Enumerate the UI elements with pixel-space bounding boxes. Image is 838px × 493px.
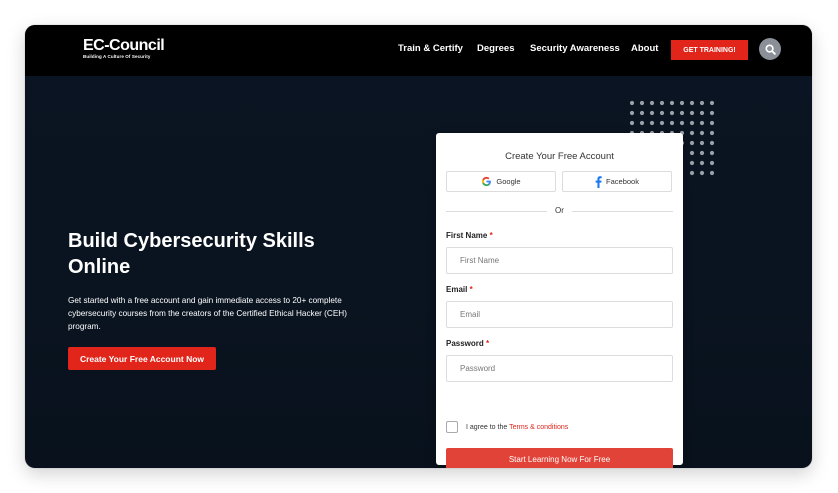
password-input[interactable] (446, 355, 673, 382)
decoration-dot (629, 100, 635, 106)
email-input[interactable] (446, 301, 673, 328)
google-label: Google (496, 177, 521, 186)
facebook-signup-button[interactable]: Facebook (562, 171, 672, 192)
logo-tagline: Building A Culture Of Security (83, 54, 151, 59)
decoration-dot (659, 110, 665, 116)
decoration-dot (649, 110, 655, 116)
decoration-dot (679, 110, 685, 116)
decoration-dot (629, 120, 635, 126)
decoration-dot (709, 130, 715, 136)
decoration-dot (709, 160, 715, 166)
signup-form-title: Create Your Free Account (505, 151, 614, 162)
decoration-dot (699, 160, 705, 166)
decoration-dot (689, 100, 695, 106)
decoration-dot (689, 150, 695, 156)
agree-prefix: I agree to the (466, 424, 508, 431)
decoration-dot (699, 140, 705, 146)
search-button[interactable] (759, 38, 781, 60)
start-learning-button[interactable]: Start Learning Now For Free (446, 448, 673, 468)
nav-degrees[interactable]: Degrees (477, 43, 515, 54)
hero-description: Get started with a free account and gain… (68, 296, 347, 332)
decoration-dot (669, 100, 675, 106)
terms-link[interactable]: Terms & conditions (509, 424, 568, 431)
decoration-dot (699, 170, 705, 176)
decoration-dot (709, 140, 715, 146)
email-label: Email * (446, 285, 473, 294)
facebook-label: Facebook (606, 177, 639, 186)
decoration-dot (639, 100, 645, 106)
nav-about[interactable]: About (631, 43, 658, 54)
decoration-dot (699, 110, 705, 116)
decoration-dot (659, 120, 665, 126)
decoration-dot (679, 120, 685, 126)
required-mark: * (486, 339, 490, 348)
terms-checkbox[interactable] (446, 421, 458, 433)
or-divider: Or (446, 206, 673, 216)
decoration-dot (649, 100, 655, 106)
decoration-dot (679, 100, 685, 106)
google-signup-button[interactable]: Google (446, 171, 556, 192)
divider-line-left (446, 211, 547, 212)
site-header: EC-Council Building A Culture Of Securit… (25, 25, 812, 76)
first-name-label: First Name * (446, 231, 493, 240)
terms-agreement-text: I agree to the Terms & conditions (466, 424, 568, 431)
decoration-dot (709, 150, 715, 156)
decoration-dot (709, 110, 715, 116)
nav-security-awareness[interactable]: Security Awareness (530, 43, 620, 54)
decoration-dot (689, 130, 695, 136)
decoration-dot (689, 160, 695, 166)
nav-train-certify[interactable]: Train & Certify (398, 43, 463, 54)
decoration-dot (689, 110, 695, 116)
logo-name: EC-Council (83, 37, 165, 54)
decoration-dot (659, 100, 665, 106)
facebook-icon (595, 175, 602, 188)
signup-form-card: Create Your Free Account Google Facebook… (436, 133, 683, 468)
browser-frame: EC-Council Building A Culture Of Securit… (25, 25, 812, 468)
divider-line-right (572, 211, 673, 212)
decoration-dot (689, 140, 695, 146)
decoration-dot (629, 110, 635, 116)
required-mark: * (469, 285, 473, 294)
first-name-label-text: First Name (446, 231, 488, 240)
decoration-dot (699, 150, 705, 156)
decoration-dot (639, 120, 645, 126)
decoration-dot (699, 120, 705, 126)
decoration-dot (689, 170, 695, 176)
google-icon (482, 176, 492, 187)
required-mark: * (489, 231, 493, 240)
decoration-dot (669, 110, 675, 116)
search-icon (764, 43, 776, 55)
decoration-dot (669, 120, 675, 126)
decoration-dot (689, 120, 695, 126)
first-name-input[interactable] (446, 247, 673, 274)
decoration-dot (709, 120, 715, 126)
email-label-text: Email (446, 285, 468, 294)
decoration-dot (709, 170, 715, 176)
decoration-dot (649, 120, 655, 126)
password-label-text: Password (446, 339, 484, 348)
password-label: Password * (446, 339, 489, 348)
decoration-dot (699, 130, 705, 136)
create-account-button[interactable]: Create Your Free Account Now (68, 347, 216, 370)
hero-title: Build Cybersecurity Skills Online (68, 230, 315, 278)
get-training-button[interactable]: GET TRAINING! (671, 40, 748, 60)
decoration-dot (709, 100, 715, 106)
or-label: Or (551, 206, 568, 215)
decoration-dot (699, 100, 705, 106)
ec-council-logo[interactable]: EC-Council Building A Culture Of Securit… (83, 37, 165, 60)
decoration-dot (639, 110, 645, 116)
